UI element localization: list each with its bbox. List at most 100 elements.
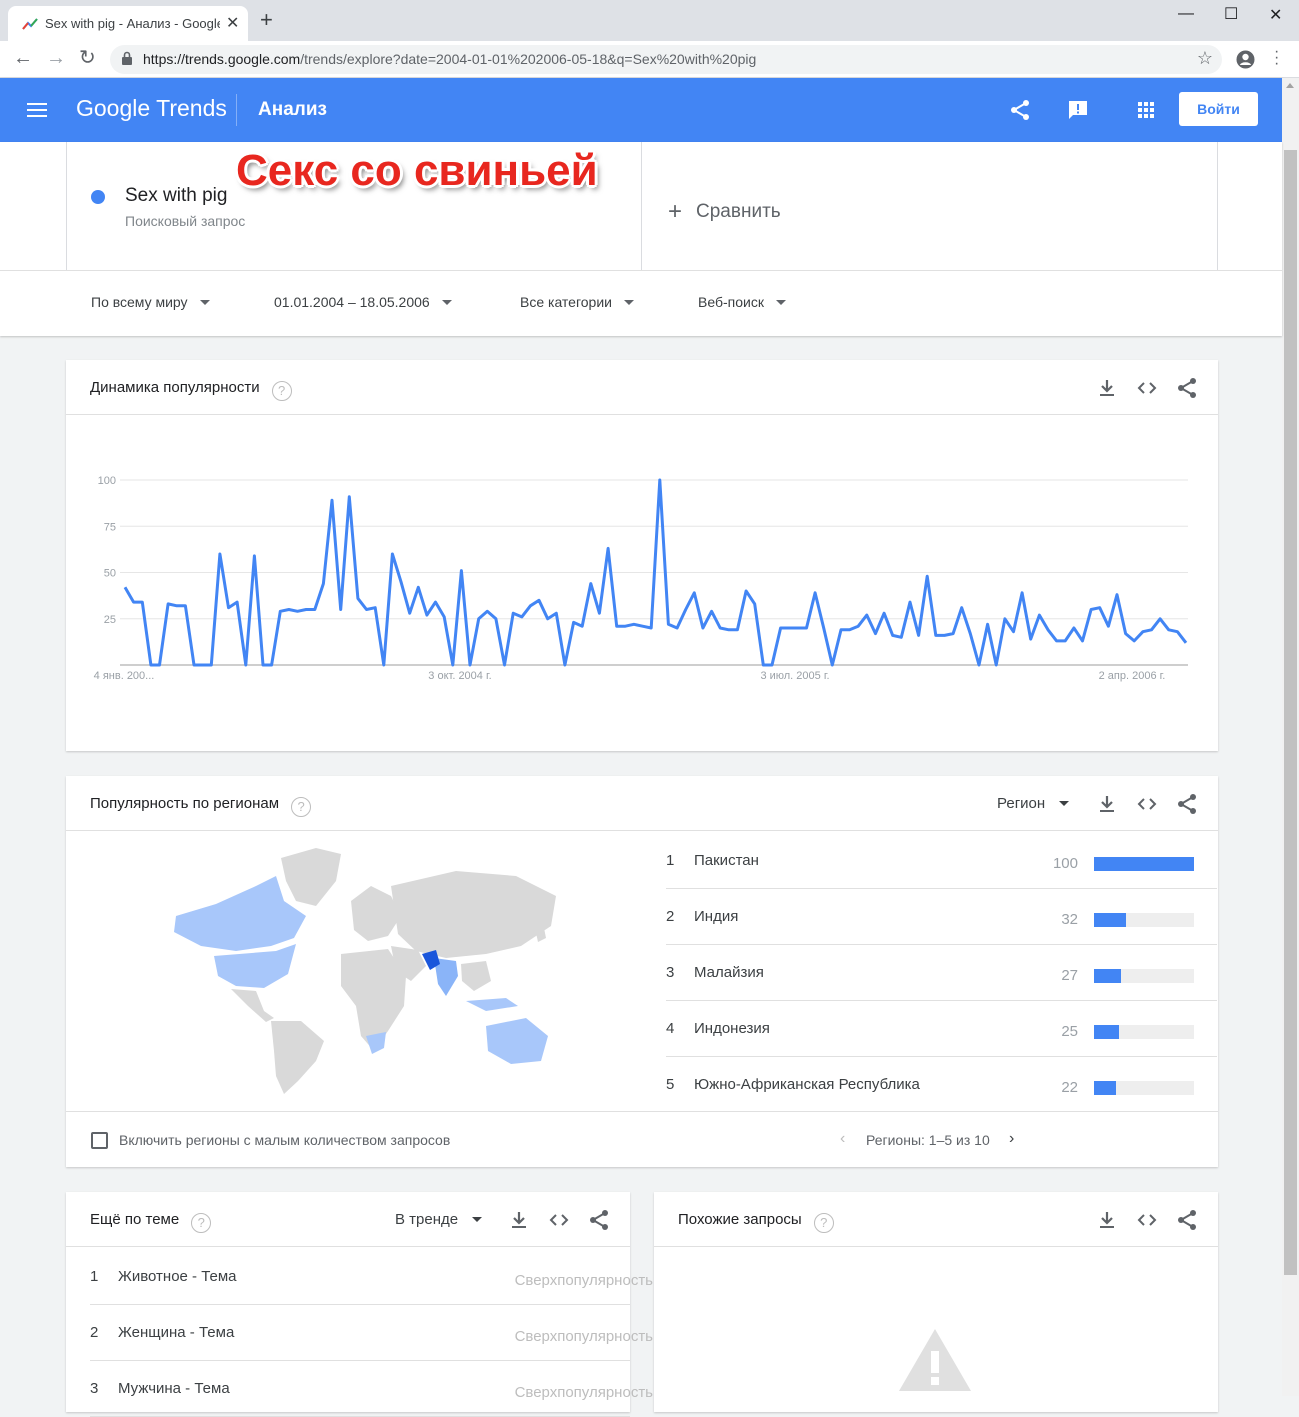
page-scrollbar[interactable] [1282,78,1299,1396]
compare-divider [1217,142,1218,270]
embed-code-icon[interactable] [1136,793,1158,815]
search-type-filter[interactable]: Веб-поиск [698,294,786,310]
topic-row[interactable]: 1 Животное - Тема Сверхпопулярность [90,1249,653,1305]
region-value: 100 [1052,855,1078,872]
resolution-select[interactable]: Регион [997,795,1070,812]
apps-grid-icon[interactable] [1138,102,1154,118]
explore-divider [0,270,1282,271]
download-icon[interactable] [1096,1209,1118,1231]
url-text: https://trends.google.com/trends/explore… [143,51,756,67]
help-icon[interactable]: ? [271,381,292,401]
region-row[interactable]: 1 Пакистан 100 [666,833,1217,889]
window-close-icon[interactable]: ✕ [1269,5,1282,25]
signin-button[interactable]: Войти [1179,92,1258,126]
reload-icon[interactable]: ↻ [79,48,96,68]
resolution-label: Регион [997,795,1046,812]
region-rank: 5 [666,1076,675,1093]
header-divider [236,94,237,126]
x-tick-label: 4 янв. 200... [94,670,155,682]
scrollbar-thumb[interactable] [1284,150,1297,1275]
y-tick-label: 75 [104,521,116,533]
central-america-shape [231,989,274,1022]
url-field[interactable]: https://trends.google.com/trends/explore… [110,45,1222,74]
card-title-text: Похожие запросы [678,1211,802,1228]
help-icon[interactable]: ? [291,797,312,817]
south-america-shape [271,1021,324,1094]
region-rank: 4 [666,1020,675,1037]
browser-tab[interactable]: Sex with pig - Анализ - Google T ✕ [8,6,248,41]
embed-code-icon[interactable] [548,1209,570,1231]
maximize-icon[interactable]: ☐ [1224,4,1238,24]
next-page-icon[interactable]: › [1009,1130,1014,1148]
topics-mode-label: В тренде [395,1211,459,1228]
card-title-text: Динамика популярности [90,379,260,396]
region-rank: 2 [666,908,675,925]
minimize-icon[interactable]: — [1178,5,1194,23]
interest-over-time-card: Динамика популярности? 100 75 50 25 4 янв. 2… [66,360,1218,751]
embed-code-icon[interactable] [1136,1209,1158,1231]
download-icon[interactable] [508,1209,530,1231]
help-icon[interactable]: ? [191,1213,212,1233]
search-type-filter-label: Веб-поиск [698,294,764,310]
forward-arrow-icon[interactable]: → [46,48,66,68]
trends-logo[interactable]: Google Trends [76,95,227,122]
compare-label: Сравнить [696,201,781,222]
tab-title: Sex with pig - Анализ - Google T [45,16,220,31]
card-title-text: Популярность по регионам [90,795,280,812]
date-filter[interactable]: 01.01.2004 – 18.05.2006 [274,294,452,310]
region-row[interactable]: 2 Индия 32 [666,889,1217,945]
topics-mode-select[interactable]: В тренде [395,1211,483,1228]
prev-page-icon[interactable]: ‹ [840,1130,845,1148]
download-icon[interactable] [1096,793,1118,815]
share-icon[interactable] [588,1209,610,1231]
region-bar [1094,857,1194,871]
topic-row[interactable]: 2 Женщина - Тема Сверхпопулярность [90,1305,653,1361]
help-icon[interactable]: ? [813,1213,834,1233]
related-queries-card: Похожие запросы? [654,1192,1218,1412]
search-term-name[interactable]: Sex with pig [125,185,227,207]
scroll-up-arrow-icon[interactable] [1286,83,1294,88]
category-filter[interactable]: Все категории [520,294,634,310]
world-map[interactable] [156,846,566,1096]
download-icon[interactable] [1096,377,1118,399]
feedback-icon[interactable] [1068,100,1088,120]
geo-filter-label: По всему миру [91,294,188,310]
region-row[interactable]: 3 Малайзия 27 [666,945,1217,1001]
menu-dots-icon[interactable]: · · · [1274,44,1279,72]
star-icon[interactable]: ☆ [1197,48,1213,69]
tab-close-icon[interactable]: ✕ [226,13,239,33]
interest-line-chart[interactable]: 100 75 50 25 4 янв. 200... 3 окт. 2004 г. 3 ию… [66,415,1218,751]
topic-trend-tag: Сверхпопулярность [514,1272,653,1289]
lock-icon [122,51,132,65]
low-volume-checkbox[interactable] [91,1132,108,1149]
share-icon[interactable] [1176,1209,1198,1231]
dropdown-caret-icon [775,300,786,305]
trends-header: Google Trends Анализ Войти [0,78,1282,142]
y-tick-label: 50 [104,568,116,580]
share-icon[interactable] [1010,99,1030,121]
region-name: Индия [694,908,739,925]
australia-shape [486,1018,548,1064]
greenland-shape [281,848,341,906]
topic-name: Мужчина - Тема [118,1380,230,1397]
region-bar-fill [1094,857,1194,871]
region-bar-fill [1094,1025,1119,1039]
region-name: Южно-Африканская Республика [694,1076,920,1093]
region-row[interactable]: 4 Индонезия 25 [666,1001,1217,1057]
topic-row[interactable]: 3 Мужчина - Тема Сверхпопулярность [90,1361,653,1417]
share-icon[interactable] [1176,793,1198,815]
share-icon[interactable] [1176,377,1198,399]
embed-code-icon[interactable] [1136,377,1158,399]
card-header: Похожие запросы? [654,1192,1218,1247]
compare-button[interactable]: + Сравнить [668,198,781,226]
hamburger-menu-icon[interactable] [27,102,47,118]
region-bar-fill [1094,913,1126,927]
region-value: 32 [1061,911,1078,928]
url-host: https://trends.google.com [143,51,301,67]
address-bar: ← → ↻ https://trends.google.com/trends/e… [0,41,1299,78]
region-row[interactable]: 5 Южно-Африканская Республика 22 [666,1057,1217,1113]
new-tab-icon[interactable]: + [260,9,273,31]
account-icon[interactable] [1236,50,1255,69]
geo-filter[interactable]: По всему миру [91,294,210,310]
back-arrow-icon[interactable]: ← [13,48,33,68]
